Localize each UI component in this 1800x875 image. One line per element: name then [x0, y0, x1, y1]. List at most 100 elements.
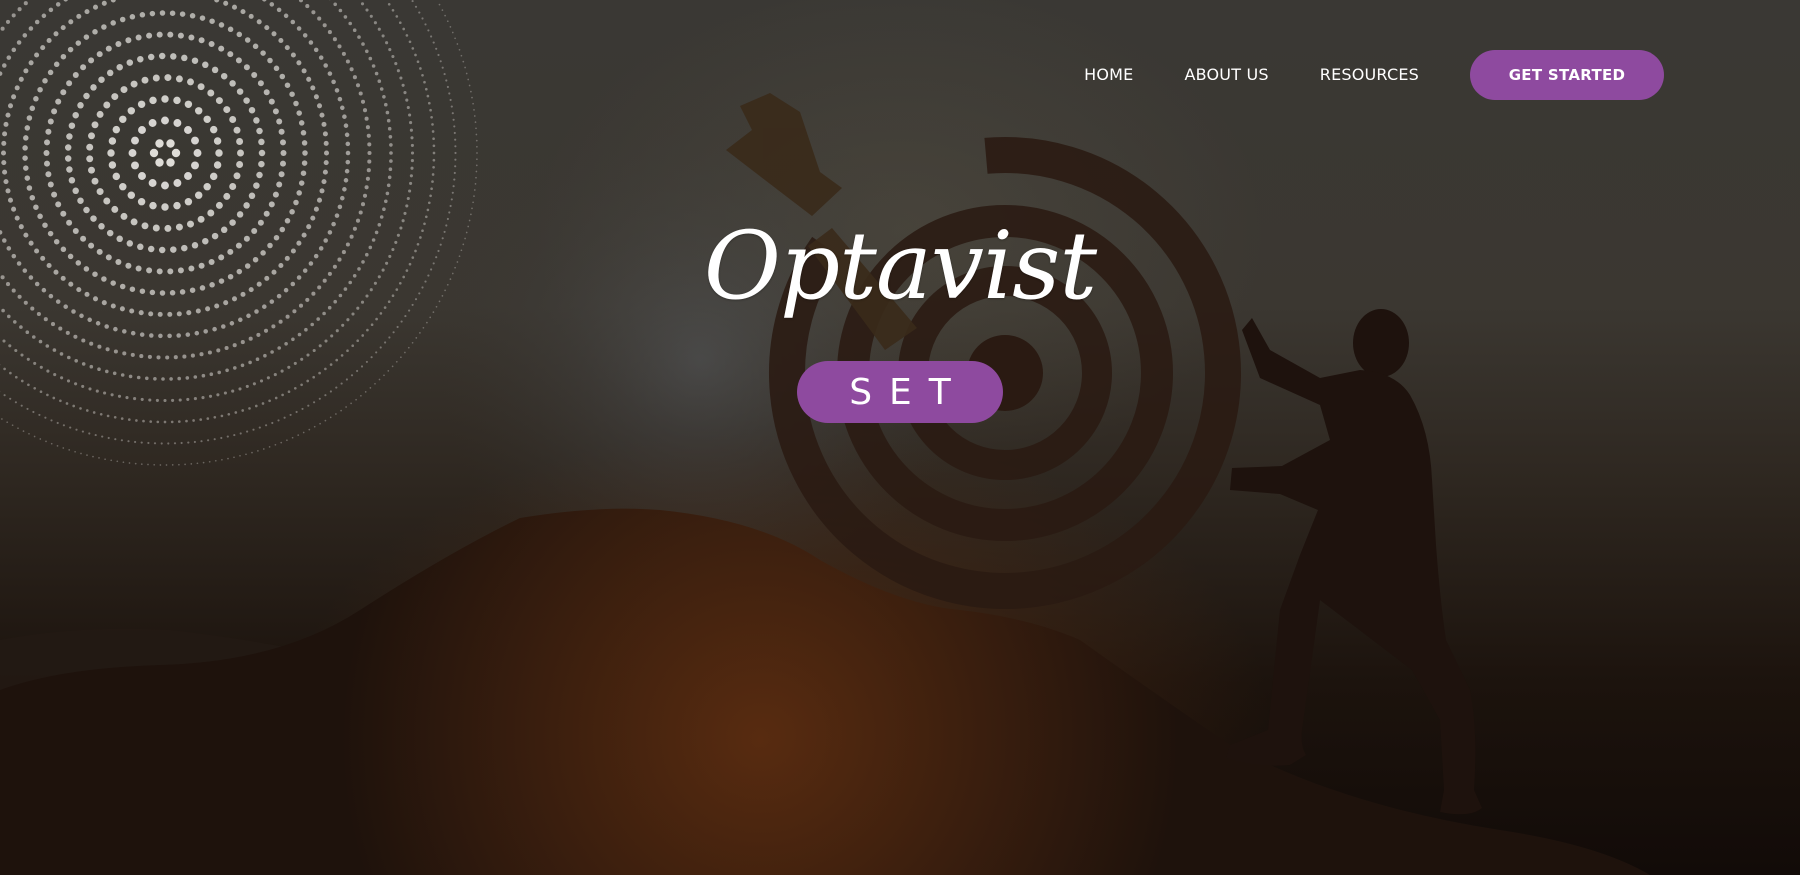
- decoration-dot: [271, 31, 277, 37]
- decoration-dot: [80, 64, 87, 71]
- decoration-dot: [367, 142, 372, 147]
- decoration-dot: [404, 351, 406, 354]
- decoration-dot: [345, 141, 351, 147]
- decoration-dot: [368, 56, 373, 61]
- decoration-dot: [26, 357, 30, 361]
- nav-link-about-us[interactable]: ABOUT US: [1184, 50, 1268, 100]
- decoration-dot: [291, 337, 295, 342]
- decoration-dot: [104, 324, 109, 329]
- decoration-dot: [186, 397, 190, 401]
- decoration-dot: [81, 430, 84, 433]
- decoration-dot: [173, 96, 181, 105]
- decoration-dot: [280, 150, 287, 156]
- decoration-dot: [335, 329, 339, 333]
- decoration-dot: [473, 115, 476, 117]
- decoration-dot: [178, 463, 180, 466]
- decoration-dot: [421, 73, 424, 77]
- decoration-dot: [259, 379, 264, 383]
- decoration-dot: [95, 389, 99, 393]
- nav-link-home[interactable]: HOME: [1084, 50, 1133, 100]
- decoration-dot: [271, 421, 274, 425]
- decoration-dot: [284, 82, 291, 88]
- decoration-dot: [29, 105, 36, 112]
- decoration-dot: [149, 148, 159, 158]
- decoration-dot: [283, 416, 286, 419]
- decoration-dot: [119, 115, 127, 124]
- decoration-dot: [278, 171, 285, 178]
- decoration-dot: [329, 390, 332, 393]
- decoration-dot: [161, 116, 169, 125]
- decoration-dot: [265, 424, 268, 427]
- decoration-dot: [231, 4, 238, 10]
- decoration-dot: [111, 93, 119, 101]
- decoration-dot: [23, 135, 29, 141]
- decoration-dot: [241, 409, 245, 412]
- decoration-dot: [232, 343, 237, 348]
- decoration-dot: [268, 98, 275, 105]
- decoration-dot: [244, 37, 251, 43]
- nav-link-resources[interactable]: RESOURCES: [1320, 50, 1419, 100]
- decoration-dot: [375, 351, 378, 354]
- decoration-dot: [475, 139, 478, 142]
- decoration-dot: [3, 179, 9, 185]
- decoration-dot: [129, 14, 136, 20]
- decoration-dot: [362, 108, 368, 113]
- decoration-dot: [246, 430, 249, 433]
- decoration-dot: [169, 10, 176, 16]
- decoration-dot: [427, 101, 431, 105]
- decoration-dot: [236, 31, 243, 38]
- decoration-dot: [321, 121, 327, 127]
- decoration-dot: [426, 321, 428, 324]
- decoration-dot: [184, 126, 192, 134]
- decoration-dot: [248, 407, 251, 410]
- decoration-dot: [38, 339, 43, 344]
- decoration-dot: [454, 151, 457, 155]
- decoration-dot: [11, 206, 17, 212]
- decoration-dot: [296, 190, 302, 196]
- decoration-dot: [295, 410, 298, 414]
- decoration-dot: [65, 330, 70, 335]
- decoration-dot: [58, 326, 63, 331]
- decoration-dot: [166, 158, 175, 167]
- decoration-dot: [171, 148, 181, 158]
- decoration-dot: [215, 149, 223, 157]
- decoration-dot: [432, 41, 435, 44]
- decoration-dot: [185, 376, 190, 380]
- decoration-dot: [287, 390, 291, 394]
- decoration-dot: [321, 179, 327, 185]
- decoration-dot: [387, 370, 390, 372]
- decoration-dot: [260, 50, 266, 56]
- set-badge[interactable]: SET: [797, 361, 1003, 423]
- get-started-button[interactable]: GET STARTED: [1470, 50, 1664, 100]
- decoration-dot: [454, 165, 457, 168]
- decoration-dot: [77, 197, 84, 204]
- decoration-dot: [48, 7, 54, 13]
- decoration-dot: [120, 439, 123, 442]
- decoration-dot: [39, 390, 43, 394]
- decoration-dot: [274, 396, 278, 400]
- decoration-dot: [51, 191, 58, 198]
- decoration-dot: [18, 76, 24, 82]
- decoration-dot: [227, 26, 234, 33]
- decoration-dot: [365, 360, 368, 363]
- decoration-dot: [300, 357, 304, 361]
- decoration-dot: [410, 136, 414, 140]
- decoration-dot: [384, 199, 388, 204]
- decoration-dot: [115, 41, 122, 47]
- decoration-dot: [185, 332, 191, 337]
- decoration-dot: [14, 375, 18, 379]
- decoration-dot: [165, 355, 170, 360]
- decoration-dot: [134, 462, 137, 465]
- decoration-dot: [323, 160, 329, 166]
- decoration-dot: [23, 68, 29, 74]
- decoration-dot: [319, 188, 325, 194]
- decoration-dot: [161, 181, 169, 190]
- decoration-dot: [444, 14, 446, 17]
- decoration-dot: [112, 172, 121, 181]
- decoration-dot: [62, 447, 65, 449]
- decoration-dot: [371, 64, 376, 68]
- decoration-dot: [419, 332, 421, 334]
- decoration-dot: [28, 432, 30, 435]
- decoration-dot: [192, 419, 195, 422]
- decoration-dot: [324, 394, 327, 397]
